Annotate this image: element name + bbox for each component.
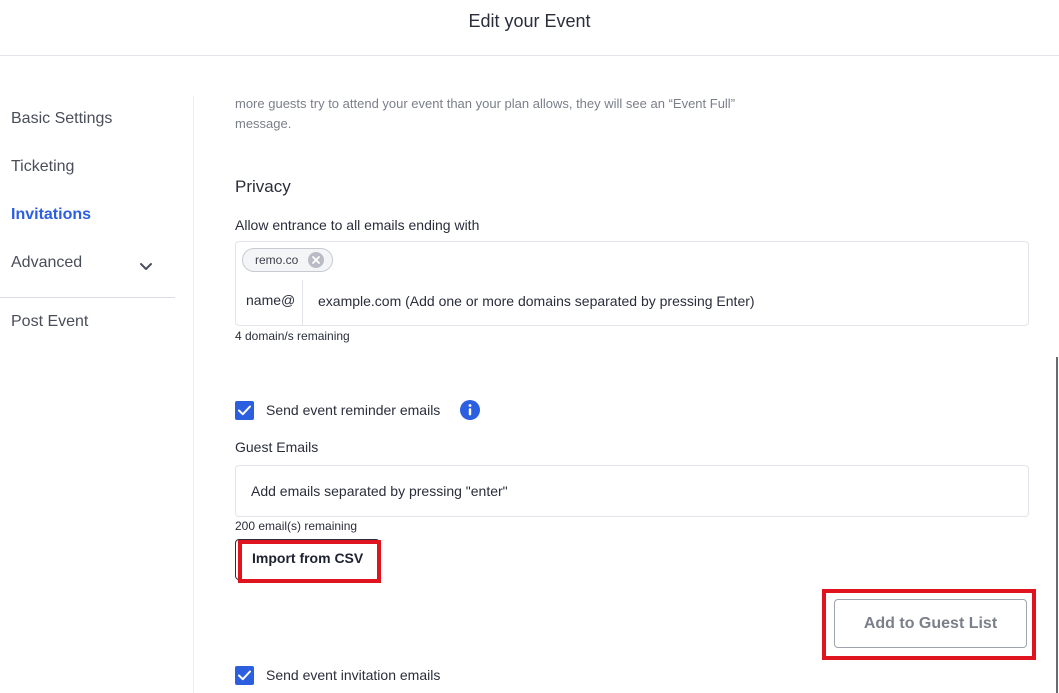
capacity-note-line1: more guests try to attend your event tha… <box>235 96 736 111</box>
capacity-note-line2: message. <box>235 116 292 131</box>
settings-sidebar <box>0 96 194 693</box>
domain-field: remo.co name@ <box>235 241 1029 326</box>
domain-label: Allow entrance to all emails ending with <box>235 217 480 233</box>
import-csv-label: Import from CSV <box>252 550 364 566</box>
chevron-down-icon[interactable] <box>138 258 154 274</box>
email-prefix: name@ <box>246 292 296 308</box>
domain-remaining: 4 domain/s remaining <box>235 329 350 343</box>
sidebar-item-basic-settings[interactable]: Basic Settings <box>11 110 112 128</box>
add-to-guest-list-label: Add to Guest List <box>863 615 998 632</box>
checkmark-icon <box>238 405 251 416</box>
sidebar-item-advanced[interactable]: Advanced <box>11 254 82 272</box>
checkmark-icon <box>238 670 251 681</box>
domain-chip: remo.co <box>242 248 333 272</box>
scrollbar-thumb[interactable] <box>1056 357 1058 693</box>
sidebar-item-ticketing[interactable]: Ticketing <box>11 158 74 176</box>
privacy-heading: Privacy <box>235 177 291 196</box>
info-icon[interactable] <box>460 400 480 420</box>
invitation-checkbox[interactable] <box>235 666 254 685</box>
reminder-label: Send event reminder emails <box>266 402 441 418</box>
page-title: Edit your Event <box>468 11 591 31</box>
domain-input[interactable] <box>318 290 1018 312</box>
reminder-checkbox[interactable] <box>235 401 254 420</box>
add-to-guest-list-button[interactable]: Add to Guest List <box>834 599 1027 648</box>
capacity-note: more guests try to attend your event tha… <box>235 94 835 134</box>
guest-emails-label: Guest Emails <box>235 439 319 455</box>
invitation-label: Send event invitation emails <box>266 667 441 683</box>
sidebar-item-post-event[interactable]: Post Event <box>11 313 88 331</box>
sidebar-item-invitations[interactable]: Invitations <box>11 206 91 224</box>
prefix-divider <box>302 280 303 326</box>
guest-emails-input[interactable] <box>251 481 1011 501</box>
domain-chip-label: remo.co <box>255 253 299 267</box>
import-csv-button[interactable]: Import from CSV <box>235 539 380 580</box>
close-circle-icon[interactable] <box>307 251 325 269</box>
emails-remaining: 200 email(s) remaining <box>235 519 358 533</box>
top-header: Edit your Event <box>0 0 1059 56</box>
sidebar-divider <box>0 297 175 298</box>
guest-emails-field <box>235 465 1029 517</box>
